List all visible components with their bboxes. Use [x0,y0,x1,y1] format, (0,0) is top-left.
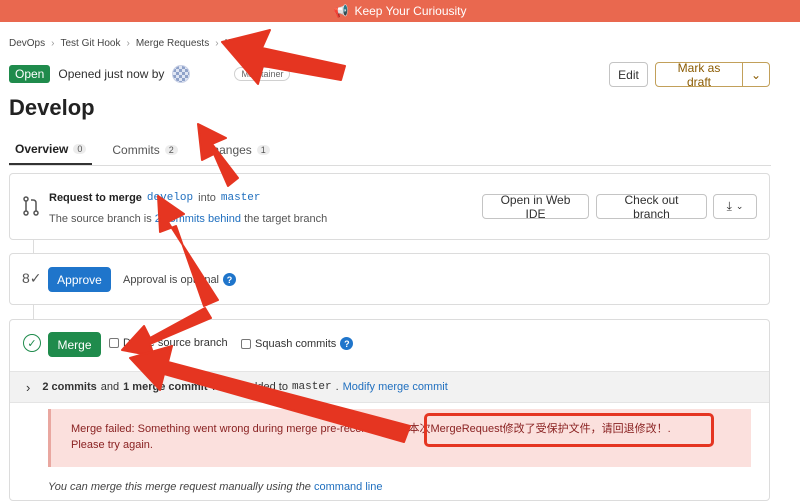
mr-tabs: Overview 0 Commits 2 Changes 1 [9,134,771,166]
tab-label: Commits [112,142,160,157]
edit-button[interactable]: Edit [609,62,648,87]
merge-widget: ✓ Merge Delete source branch Squash comm… [9,319,770,501]
merge-request-icon [23,196,39,219]
request-title: Request to merge develop into master [49,192,261,204]
approval-icon: 8✓ [22,270,42,286]
commits-count: 2 commits [42,381,97,393]
breadcrumb-current[interactable]: !2 [225,38,233,49]
squash-commits-checkbox[interactable] [241,338,251,349]
command-line-link[interactable]: command line [314,481,382,493]
chevron-down-icon[interactable]: ⌄ [742,62,770,87]
tab-label: Overview [15,141,69,156]
timeline-connector [33,240,34,253]
avatar[interactable] [172,65,191,83]
role-badge: Maintainer [234,67,291,81]
tab-changes[interactable]: Changes 1 [198,134,276,165]
breadcrumb-group[interactable]: DevOps [9,38,45,49]
into-text: into [198,192,216,204]
breadcrumb-separator: › [126,38,130,49]
source-branch-link[interactable]: develop [147,192,193,204]
target-branch-name: master [291,381,332,393]
delete-source-branch-label: Delete source branch [123,337,228,349]
download-icon: ⤓ [726,199,732,213]
approval-widget: 8✓ Approve Approval is optional ? [9,253,770,305]
approval-text: Approval is optional [123,273,220,286]
branch-status-text: The source branch is 2 commits behind th… [49,213,327,225]
tab-overview[interactable]: Overview 0 [9,134,93,165]
branch-status-suffix: the target branch [244,213,328,225]
merge-button[interactable]: Merge [48,332,101,357]
opened-text: Opened just now by [58,67,165,81]
breadcrumb-project[interactable]: Test Git Hook [60,38,120,49]
breadcrumb-separator: › [51,38,55,49]
tab-count: 0 [73,143,87,154]
breadcrumb: DevOps › Test Git Hook › Merge Requests … [9,38,233,49]
draft-button-group: Mark as draft ⌄ [655,61,770,89]
delete-source-branch-option[interactable]: Delete source branch [109,337,228,349]
help-icon[interactable]: ? [340,337,354,350]
commits-behind-link[interactable]: 2 commits behind [155,213,241,225]
open-web-ide-button[interactable]: Open in Web IDE [482,193,589,221]
tab-label: Changes [203,142,252,157]
and-text: and [100,381,120,393]
merge-request-widget: Request to merge develop into master The… [9,173,770,240]
approval-status: Approval is optional ? [123,273,237,286]
timeline-connector [33,305,34,319]
approve-button[interactable]: Approve [48,267,111,292]
megaphone-icon: 📢 [333,4,349,18]
tab-commits[interactable]: Commits 2 [106,134,183,165]
breadcrumb-separator: › [215,38,219,49]
status-badge: Open [9,65,51,83]
mr-header: Open Opened just now by Maintainer [9,65,291,83]
merge-commit-count: 1 merge commit [123,381,208,393]
check-circle-icon: ✓ [23,334,41,352]
broadcast-banner: 📢 Keep Your Curiousity [0,0,800,22]
help-icon[interactable]: ? [223,273,237,286]
page-title: Develop [9,95,95,120]
period: . [335,381,339,393]
modify-merge-commit-link[interactable]: Modify merge commit [343,381,448,393]
banner-text: Keep Your Curiousity [354,4,467,18]
tab-count: 1 [256,144,270,155]
request-label: Request to merge [49,192,142,204]
will-be-added-text: will be added to [211,381,288,393]
target-branch-link[interactable]: master [221,192,261,204]
squash-commits-option[interactable]: Squash commits ? [241,337,354,350]
manual-merge-text: You can merge this merge request manuall… [48,481,311,493]
mark-as-draft-button[interactable]: Mark as draft [655,61,743,89]
tab-count: 2 [164,144,178,155]
check-out-branch-button[interactable]: Check out branch [596,193,707,221]
chevron-right-icon[interactable]: › [26,380,30,395]
breadcrumb-merge-requests[interactable]: Merge Requests [136,38,209,49]
download-dropdown-button[interactable]: ⤓ ⌄ [713,194,757,219]
commits-summary-row[interactable]: › 2 commits and 1 merge commit will be a… [10,371,769,403]
chevron-down-icon: ⌄ [735,201,744,211]
highlight-box [424,413,714,447]
squash-commits-label: Squash commits [255,337,337,350]
delete-source-branch-checkbox[interactable] [109,338,119,348]
manual-merge-note: You can merge this merge request manuall… [48,481,382,493]
branch-status-prefix: The source branch is [49,213,152,225]
